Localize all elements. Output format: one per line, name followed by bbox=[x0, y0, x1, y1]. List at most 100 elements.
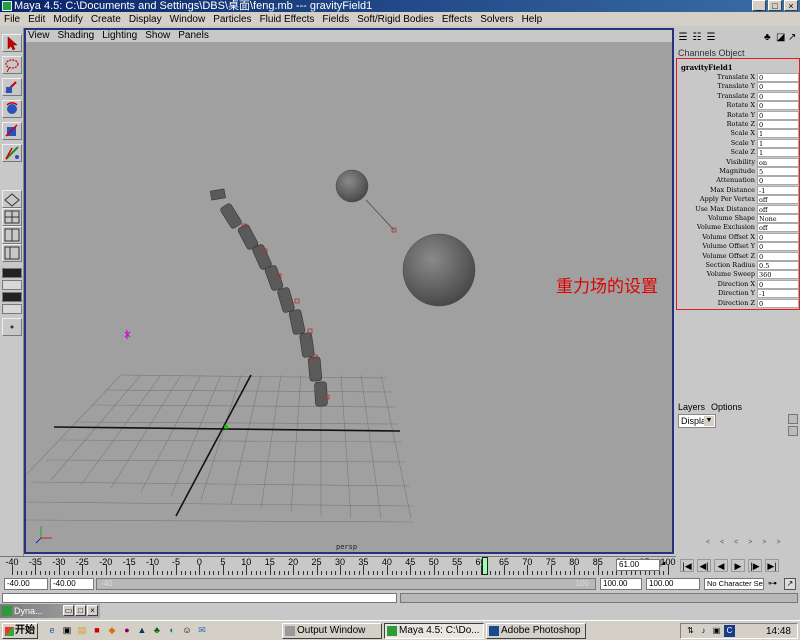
viewport-menu-lighting[interactable]: Lighting bbox=[102, 30, 137, 42]
channel-row[interactable]: Volume Shape None bbox=[677, 214, 799, 223]
go-to-end-icon[interactable]: ▶| bbox=[765, 559, 779, 572]
end-time-field[interactable]: 100.00 bbox=[646, 578, 700, 590]
task-photoshop[interactable]: Adobe Photoshop bbox=[486, 623, 586, 639]
tray-icon-network[interactable]: ⇅ bbox=[685, 625, 696, 637]
app-icon-teal[interactable]: ◐ bbox=[166, 624, 178, 637]
new-layer-icon[interactable] bbox=[788, 414, 798, 424]
playback-start-field[interactable]: -40.00 bbox=[50, 578, 94, 590]
channel-row[interactable]: Direction Z0 bbox=[677, 298, 799, 308]
maximize-button[interactable]: □ bbox=[768, 0, 782, 11]
menu-window[interactable]: Window bbox=[170, 14, 206, 25]
frame-step-arrows-icon[interactable]: |◂ bbox=[660, 559, 665, 567]
manipulator-tool-button[interactable] bbox=[2, 144, 22, 162]
channel-value-field[interactable]: off bbox=[757, 223, 799, 233]
channel-row[interactable]: Direction X0 bbox=[677, 279, 799, 289]
channel-label[interactable]: Magnitude bbox=[719, 167, 755, 176]
channel-value-field[interactable]: 0 bbox=[757, 298, 799, 308]
channel-value-field[interactable]: 0 bbox=[757, 176, 799, 186]
channel-label[interactable]: Section Radius bbox=[706, 261, 755, 270]
channel-label[interactable]: Scale Z bbox=[731, 148, 755, 157]
channel-row[interactable]: Scale Y1 bbox=[677, 138, 799, 148]
channel-box-mode-icon[interactable]: ☰ bbox=[678, 32, 688, 44]
channel-row[interactable]: Apply Per Vertex off bbox=[677, 195, 799, 205]
channel-row[interactable]: Max Distance -1 bbox=[677, 185, 799, 195]
layout-single-button[interactable] bbox=[2, 190, 22, 208]
app-icon-purple[interactable]: ● bbox=[121, 624, 133, 637]
viewport-menu-show[interactable]: Show bbox=[145, 30, 170, 42]
start-button[interactable]: 开始 bbox=[2, 623, 38, 639]
window-titlebar[interactable]: Maya 4.5: C:\Documents and Settings\DBS\… bbox=[0, 0, 800, 12]
channel-label[interactable]: Use Max Distance bbox=[695, 205, 755, 214]
channel-label[interactable]: Scale Y bbox=[731, 139, 755, 148]
range-slider[interactable]: -40 100 bbox=[96, 578, 596, 590]
layout-persp-graph-button[interactable] bbox=[2, 304, 22, 314]
current-time-marker[interactable] bbox=[482, 557, 489, 575]
channel-value-field[interactable]: 0 bbox=[757, 82, 799, 92]
channel-row[interactable]: Volume Sweep 360 bbox=[677, 270, 799, 280]
channel-label[interactable]: Direction X bbox=[718, 280, 755, 289]
channel-value-field[interactable]: None bbox=[757, 214, 799, 223]
channel-label[interactable]: Translate Z bbox=[717, 92, 755, 101]
qq-icon[interactable]: ☺ bbox=[181, 624, 193, 637]
channel-label[interactable]: Scale X bbox=[730, 129, 755, 138]
scale-tool-button[interactable] bbox=[2, 122, 22, 140]
channel-label[interactable]: Volume Offset X bbox=[702, 233, 755, 242]
channel-label[interactable]: Apply Per Vertex bbox=[700, 195, 755, 204]
layout-graph-button[interactable] bbox=[2, 268, 22, 278]
channel-label[interactable]: Direction Z bbox=[718, 299, 755, 308]
brush-icon[interactable]: ↗ bbox=[788, 32, 798, 44]
new-layer-selected-icon[interactable] bbox=[788, 426, 798, 436]
play-forward-icon[interactable]: ▶ bbox=[731, 559, 745, 572]
step-back-icon[interactable]: ◀| bbox=[697, 559, 711, 572]
channel-row[interactable]: Rotate Z0 bbox=[677, 120, 799, 129]
app-icon-red[interactable]: ■ bbox=[91, 624, 103, 637]
minimized-dynamics-window[interactable]: Dyna... ▭ □ × bbox=[0, 604, 100, 618]
close-button[interactable]: × bbox=[784, 0, 798, 11]
paint-icon[interactable]: ◪ bbox=[776, 32, 786, 44]
channel-value-field[interactable]: 5 bbox=[757, 167, 799, 176]
tray-icon-ime[interactable]: C bbox=[724, 625, 735, 637]
layout-outliner-button[interactable] bbox=[2, 244, 22, 262]
channel-value-field[interactable]: -1 bbox=[757, 185, 799, 195]
tool-settings-mode-icon[interactable]: ☰ bbox=[706, 32, 716, 44]
restore-button[interactable]: ▭ bbox=[63, 605, 74, 616]
channel-value-field[interactable]: 0 bbox=[757, 279, 799, 289]
menu-modify[interactable]: Modify bbox=[53, 14, 82, 25]
channel-row[interactable]: Translate X0 bbox=[677, 73, 799, 82]
channel-value-field[interactable]: 0.5 bbox=[757, 261, 799, 270]
channel-label[interactable]: Translate Y bbox=[717, 82, 755, 91]
channel-label[interactable]: Volume Sweep bbox=[707, 270, 755, 279]
layout-hypershade-button[interactable] bbox=[2, 280, 22, 290]
rotate-tool-button[interactable] bbox=[2, 100, 22, 118]
palette-icon[interactable]: ♣ bbox=[764, 32, 774, 44]
menu-edit[interactable]: Edit bbox=[28, 14, 45, 25]
channel-row[interactable]: Attenuation 0 bbox=[677, 176, 799, 186]
menu-particles[interactable]: Particles bbox=[213, 14, 251, 25]
channel-label[interactable]: Direction Y bbox=[718, 289, 755, 298]
channel-value-field[interactable]: 360 bbox=[757, 270, 799, 280]
channel-row[interactable]: Translate Y0 bbox=[677, 82, 799, 92]
layer-menu-options[interactable]: Options bbox=[711, 402, 742, 412]
layer-menu-layers[interactable]: Layers bbox=[678, 402, 705, 412]
layout-render-button[interactable] bbox=[2, 292, 22, 302]
select-tool-button[interactable] bbox=[2, 34, 22, 52]
channel-value-field[interactable]: 0 bbox=[757, 242, 799, 252]
playback-end-field[interactable]: 100.00 bbox=[600, 578, 642, 590]
channel-label[interactable]: Volume Offset Y bbox=[703, 242, 755, 251]
layout-menu-button[interactable] bbox=[2, 318, 22, 336]
channel-label[interactable]: Rotate Z bbox=[727, 120, 755, 129]
channel-row[interactable]: Magnitude 5 bbox=[677, 167, 799, 176]
layout-four-button[interactable] bbox=[2, 208, 22, 226]
channel-label[interactable]: Volume Offset Z bbox=[702, 252, 755, 261]
channel-row[interactable]: Rotate X0 bbox=[677, 101, 799, 111]
channel-row[interactable]: Use Max Distance off bbox=[677, 204, 799, 214]
channel-value-field[interactable]: 0 bbox=[757, 251, 799, 261]
current-frame-field[interactable]: 61.00 bbox=[616, 559, 660, 571]
channel-label[interactable]: Volume Exclusion bbox=[697, 223, 755, 232]
channel-value-field[interactable]: -1 bbox=[757, 289, 799, 299]
viewport-menu-shading[interactable]: Shading bbox=[58, 30, 95, 42]
channel-value-field[interactable]: 0 bbox=[757, 101, 799, 111]
channel-row[interactable]: Volume Exclusion off bbox=[677, 223, 799, 233]
command-input[interactable] bbox=[2, 593, 397, 603]
channel-row[interactable]: Scale Z1 bbox=[677, 148, 799, 158]
